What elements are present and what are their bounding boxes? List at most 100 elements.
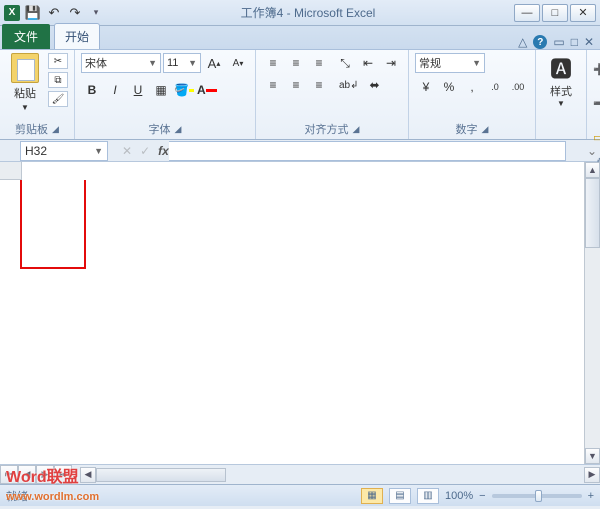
align-bottom-button[interactable]: ≡: [308, 53, 330, 73]
enter-formula-icon[interactable]: ✓: [140, 144, 150, 158]
format-icon: ▭: [593, 130, 600, 144]
format-painter-button[interactable]: 🖌: [48, 91, 68, 107]
scroll-right-button[interactable]: ▶: [584, 467, 600, 483]
save-icon[interactable]: 💾: [25, 5, 41, 21]
underline-button[interactable]: U: [127, 80, 149, 100]
align-left-button[interactable]: ≡: [262, 75, 284, 95]
hscroll-thumb[interactable]: [96, 468, 226, 482]
doc-minimize-button[interactable]: ▭: [553, 35, 564, 49]
ribbon-minimize-icon[interactable]: △: [518, 35, 527, 49]
styles-icon: 🅰: [546, 53, 576, 83]
doc-restore-button[interactable]: □: [571, 35, 578, 49]
sheet-next-button[interactable]: ▶: [36, 465, 54, 484]
sheet-prev-button[interactable]: ◀: [18, 465, 36, 484]
formula-expand-icon[interactable]: ⌄: [584, 144, 600, 158]
font-color-button[interactable]: A: [196, 80, 218, 100]
shrink-font-button[interactable]: A▾: [227, 53, 249, 73]
cut-button[interactable]: ✂: [48, 53, 68, 69]
worksheet-grid: ▲ ▼: [0, 162, 600, 464]
fill-color-button[interactable]: 🪣: [173, 80, 195, 100]
file-tab[interactable]: 文件: [2, 24, 50, 49]
name-box[interactable]: H32▼: [20, 141, 108, 161]
undo-icon[interactable]: ↶: [46, 5, 62, 21]
number-format-combo[interactable]: 常规▼: [415, 53, 485, 73]
page-layout-view-button[interactable]: ▤: [389, 488, 411, 504]
zoom-out-button[interactable]: −: [479, 490, 485, 502]
wrap-text-button[interactable]: ab↲: [334, 75, 364, 95]
grow-font-button[interactable]: A▴: [203, 53, 225, 73]
page-break-view-button[interactable]: ▥: [417, 488, 439, 504]
paste-icon: [11, 53, 39, 83]
group-number-label: 数字: [456, 121, 478, 137]
group-clipboard-label: 剪贴板: [15, 121, 48, 137]
bold-button[interactable]: B: [81, 80, 103, 100]
clipboard-launcher-icon[interactable]: ◢: [52, 124, 59, 135]
close-button[interactable]: ✕: [570, 4, 596, 22]
zoom-slider[interactable]: [492, 494, 582, 498]
highlight-box: [20, 180, 86, 269]
font-size-combo[interactable]: 11▼: [163, 53, 201, 73]
vscroll-thumb[interactable]: [585, 178, 600, 248]
styles-button[interactable]: 🅰 样式 ▼: [542, 53, 580, 108]
help-icon[interactable]: ?: [533, 35, 547, 49]
select-all-corner[interactable]: [0, 162, 22, 180]
scroll-left-button[interactable]: ◀: [80, 467, 96, 483]
alignment-launcher-icon[interactable]: ◢: [353, 124, 360, 135]
redo-icon[interactable]: ↷: [67, 5, 83, 21]
sheet-last-button[interactable]: ⏭: [54, 465, 72, 484]
scroll-down-button[interactable]: ▼: [585, 448, 600, 464]
styles-label: 样式: [550, 83, 572, 99]
decrease-decimal-button[interactable]: .00: [507, 77, 529, 97]
group-alignment: ≡ ≡ ≡ ≡ ≡ ≡ ⤡ ⇤ ⇥ ab↲ ⬌: [256, 50, 409, 139]
comma-button[interactable]: ,: [461, 77, 483, 97]
increase-decimal-button[interactable]: .0: [484, 77, 506, 97]
window-title: 工作簿4 - Microsoft Excel: [104, 4, 512, 21]
group-clipboard: 粘贴 ▼ ✂ ⧉ 🖌 剪贴板 ◢: [0, 50, 75, 139]
group-alignment-label: 对齐方式: [305, 121, 349, 137]
delete-cells-button[interactable]: ➖删除▼: [593, 87, 600, 119]
sheet-first-button[interactable]: ⏮: [0, 465, 18, 484]
font-name-combo[interactable]: 宋体▼: [81, 53, 161, 73]
orientation-button[interactable]: ⤡: [334, 53, 356, 73]
zoom-in-button[interactable]: +: [588, 490, 594, 502]
formula-bar: H32▼ ✕ ✓ fx ⌄: [0, 140, 600, 162]
ribbon-tabs: 文件 开始 △ ? ▭ □ ✕: [0, 26, 600, 50]
vertical-scrollbar[interactable]: ▲ ▼: [584, 162, 600, 464]
status-bar: 就绪 ▦ ▤ ▥ 100% − +: [0, 484, 600, 506]
doc-close-button[interactable]: ✕: [584, 35, 594, 49]
decrease-indent-button[interactable]: ⇤: [357, 53, 379, 73]
paste-button[interactable]: 粘贴 ▼: [6, 53, 44, 112]
border-button[interactable]: ▦: [150, 80, 172, 100]
ribbon: 粘贴 ▼ ✂ ⧉ 🖌 剪贴板 ◢ 宋体▼ 11▼ A▴ A▾ B I U ▦: [0, 50, 600, 140]
insert-icon: ➕: [593, 62, 600, 76]
sheet-tab-bar: ⏮ ◀ ▶ ⏭ ◀ ▶: [0, 464, 600, 484]
fx-icon[interactable]: fx: [158, 144, 169, 158]
ribbon-right-controls: △ ? ▭ □ ✕: [518, 35, 600, 49]
italic-button[interactable]: I: [104, 80, 126, 100]
quick-access-toolbar: X 💾 ↶ ↷ ▾: [4, 5, 104, 21]
tab-开始[interactable]: 开始: [54, 23, 100, 49]
align-center-button[interactable]: ≡: [285, 75, 307, 95]
percent-button[interactable]: %: [438, 77, 460, 97]
delete-icon: ➖: [593, 96, 600, 110]
qat-customize-icon[interactable]: ▾: [88, 5, 104, 21]
formula-input[interactable]: [169, 141, 566, 161]
align-right-button[interactable]: ≡: [308, 75, 330, 95]
cancel-formula-icon[interactable]: ✕: [122, 144, 132, 158]
horizontal-scrollbar[interactable]: ◀ ▶: [80, 465, 600, 484]
copy-button[interactable]: ⧉: [48, 72, 68, 88]
align-top-button[interactable]: ≡: [262, 53, 284, 73]
scroll-up-button[interactable]: ▲: [585, 162, 600, 178]
insert-cells-button[interactable]: ➕插入▼: [593, 53, 600, 85]
number-launcher-icon[interactable]: ◢: [482, 124, 489, 135]
font-launcher-icon[interactable]: ◢: [175, 124, 182, 135]
merge-center-button[interactable]: ⬌: [365, 75, 385, 95]
align-middle-button[interactable]: ≡: [285, 53, 307, 73]
minimize-button[interactable]: —: [514, 4, 540, 22]
maximize-button[interactable]: □: [542, 4, 568, 22]
normal-view-button[interactable]: ▦: [361, 488, 383, 504]
increase-indent-button[interactable]: ⇥: [380, 53, 402, 73]
excel-icon: X: [4, 5, 20, 21]
zoom-level[interactable]: 100%: [445, 490, 473, 502]
currency-button[interactable]: ¥: [415, 77, 437, 97]
